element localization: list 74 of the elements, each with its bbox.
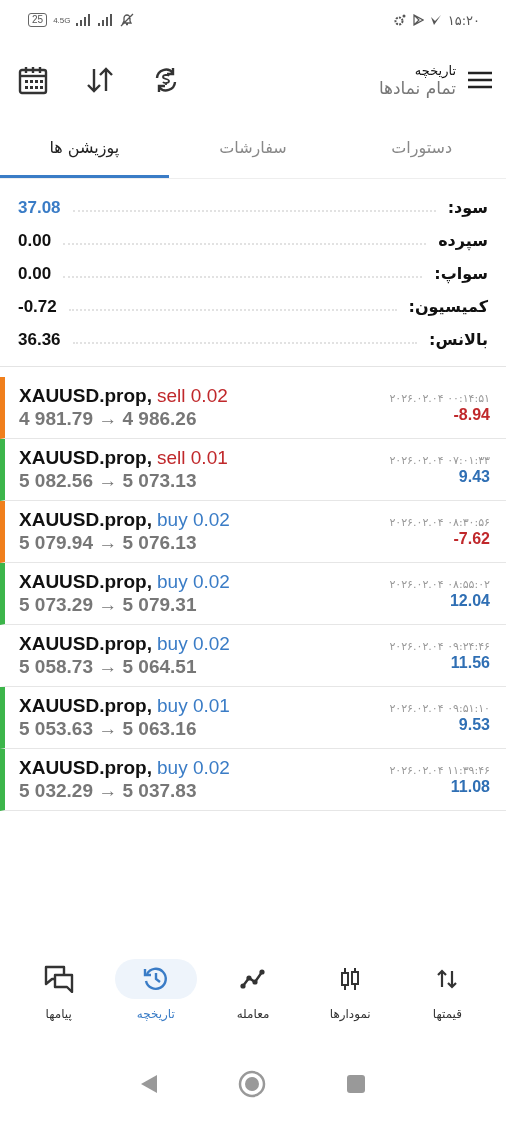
summary-label: سواپ: [434, 264, 488, 283]
summary-label: کمیسیون: [408, 297, 488, 316]
tab[interactable]: پوزیشن ها [0, 120, 169, 178]
price-range: 5 058.73 → 5 064.51 [19, 656, 198, 678]
price-range: 5 053.63 → 5 063.16 [19, 718, 198, 740]
tab[interactable]: دستورات [337, 120, 506, 178]
symbol-filter[interactable]: تمام نمادها [378, 77, 456, 98]
price-range: 5 079.94 → 5 076.13 [19, 532, 198, 554]
price-range: 5 082.56 → 5 073.13 [19, 470, 198, 492]
calendar-icon[interactable] [18, 65, 48, 95]
price-range: 5 073.29 → 5 079.31 [19, 594, 198, 616]
summary-label: سود: [447, 198, 488, 217]
nav-item[interactable]: نمودارها [305, 959, 396, 1049]
nav-item[interactable]: پیامها [13, 959, 104, 1049]
trade-time: ۲۰۲۶.۰۲.۰۴ ۰۸:۵۵:۰۲ [389, 577, 490, 591]
summary-value: 0.00 [18, 230, 52, 251]
price-range: 5 032.29 → 5 037.83 [19, 780, 198, 802]
menu-icon[interactable] [468, 71, 492, 89]
gear-icon [393, 14, 406, 26]
order-type: buy 0.02 [157, 757, 230, 779]
battery-indicator: 25 [28, 13, 48, 27]
screen-title: تاریخچه [413, 62, 456, 78]
symbol-name: XAUUSD.prop, [19, 509, 152, 531]
clock-time: ۱۵:۲۰ [447, 12, 480, 28]
trade-time: ۲۰۲۶.۰۲.۰۴ ۰۰:۱۴:۵۱ [389, 391, 490, 405]
tab[interactable]: سفارشات [168, 120, 338, 178]
order-type: buy 0.02 [157, 633, 230, 655]
muted-bell-icon [120, 13, 135, 27]
summary-value: 36.36 [18, 329, 61, 350]
symbol-name: XAUUSD.prop, [19, 757, 152, 779]
back-icon[interactable] [140, 1074, 158, 1094]
signal-icon [98, 14, 115, 26]
trade-profit: 11.08 [450, 777, 490, 796]
sort-arrows-icon[interactable] [86, 67, 114, 93]
summary-value: 37.08 [18, 197, 61, 218]
trade-time: ۲۰۲۶.۰۲.۰۴ ۰۹:۲۴:۴۶ [389, 639, 490, 653]
trade-profit: 12.04 [449, 591, 490, 610]
check-icon [429, 14, 442, 26]
trade-profit: -7.62 [453, 529, 490, 548]
summary-value: -0.72 [18, 296, 57, 317]
symbol-name: XAUUSD.prop, [19, 633, 152, 655]
recents-icon[interactable] [346, 1074, 366, 1094]
trade-time: ۲۰۲۶.۰۲.۰۴ ۰۷:۰۱:۳۳ [389, 453, 490, 467]
nav-item[interactable]: معامله [208, 959, 299, 1049]
symbol-name: XAUUSD.prop, [19, 447, 152, 469]
order-type: buy 0.02 [157, 571, 230, 593]
symbol-name: XAUUSD.prop, [19, 385, 152, 407]
order-type: buy 0.02 [157, 509, 230, 531]
symbol-name: XAUUSD.prop, [19, 695, 152, 717]
trade-profit: 9.53 [458, 715, 490, 734]
trade-profit: 11.56 [450, 653, 490, 672]
trade-time: ۲۰۲۶.۰۲.۰۴ ۱۱:۳۹:۴۶ [389, 763, 490, 777]
nav-item[interactable]: قیمتها [402, 959, 493, 1049]
trade-time: ۲۰۲۶.۰۲.۰۴ ۰۸:۳۰:۵۶ [389, 515, 490, 529]
network-type: 4.5G [53, 15, 71, 25]
symbol-name: XAUUSD.prop, [19, 571, 152, 593]
history-icon [142, 966, 169, 992]
up-down-arrows-icon [436, 969, 459, 989]
summary-label: بالانس: [429, 330, 488, 349]
price-range: 4 981.79 → 4 986.26 [19, 408, 198, 430]
trade-profit: -8.94 [453, 405, 490, 424]
trade-profit: 9.43 [458, 467, 490, 486]
summary-label: سپرده [438, 231, 488, 250]
line-graph-icon [240, 968, 267, 990]
summary-value: 0.00 [18, 263, 52, 284]
play-store-icon [411, 14, 424, 26]
chat-bubbles-icon [43, 965, 74, 993]
nav-item[interactable]: تاریخچه [110, 959, 201, 1049]
signal-icon [76, 14, 93, 26]
home-icon[interactable] [238, 1070, 266, 1098]
order-type: sell 0.02 [157, 385, 228, 407]
order-type: sell 0.01 [157, 447, 228, 469]
trade-time: ۲۰۲۶.۰۲.۰۴ ۰۹:۵۱:۱۰ [389, 701, 490, 715]
order-type: buy 0.01 [157, 695, 230, 717]
